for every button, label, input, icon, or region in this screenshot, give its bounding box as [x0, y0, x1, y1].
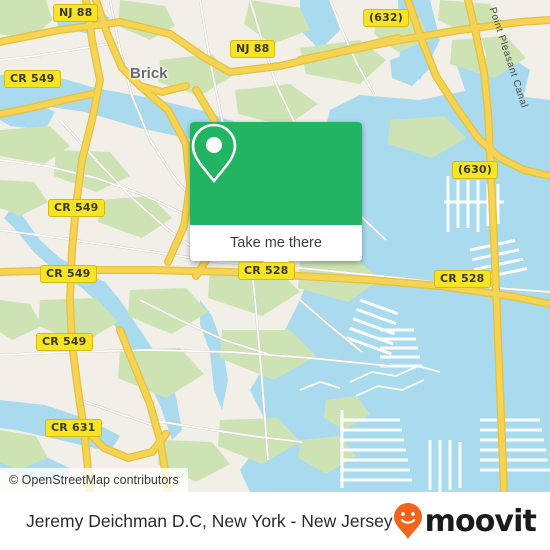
footer-bar: Jeremy Deichman D.C, New York - New Jers…: [0, 492, 550, 550]
road-shield-632[interactable]: (632): [363, 9, 410, 27]
place-label-brick: Brick: [130, 65, 168, 82]
moovit-logo[interactable]: moovit: [393, 502, 537, 540]
road-shield-cr549-a[interactable]: CR 549: [4, 70, 61, 88]
road-shield-cr549-c[interactable]: CR 549: [40, 265, 97, 283]
map-attribution[interactable]: © OpenStreetMap contributors: [0, 468, 188, 492]
map-canvas[interactable]: Brick Point Pleasant Canal NJ 88 NJ 88 (…: [0, 0, 550, 492]
page-title: Jeremy Deichman D.C, New York - New Jers…: [26, 510, 393, 531]
location-popup-card[interactable]: Take me there: [190, 122, 362, 273]
road-shield-cr549-d[interactable]: CR 549: [36, 333, 93, 351]
popup-header: [190, 122, 362, 225]
road-shield-cr528-center[interactable]: CR 528: [238, 262, 295, 280]
road-shield-nj88-mid[interactable]: NJ 88: [230, 40, 276, 58]
road-shield-630[interactable]: (630): [452, 161, 499, 179]
take-me-there-label: Take me there: [230, 235, 322, 251]
moovit-wordmark: moovit: [424, 503, 537, 539]
road-shield-nj88-north[interactable]: NJ 88: [53, 4, 99, 22]
road-shield-cr631[interactable]: CR 631: [45, 419, 102, 437]
road-shield-cr528-east[interactable]: CR 528: [434, 270, 491, 288]
screenshot-root: Brick Point Pleasant Canal NJ 88 NJ 88 (…: [0, 0, 550, 550]
moovit-smiley-pin-icon: [393, 503, 422, 539]
map-pin-icon: [191, 123, 237, 184]
road-shield-cr549-b[interactable]: CR 549: [48, 199, 105, 217]
take-me-there-button[interactable]: Take me there: [190, 225, 362, 261]
